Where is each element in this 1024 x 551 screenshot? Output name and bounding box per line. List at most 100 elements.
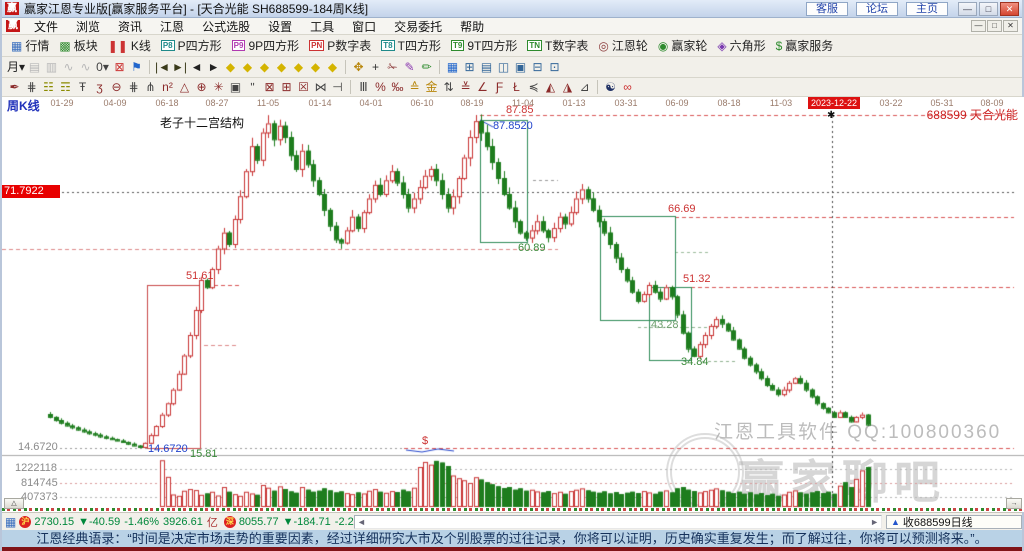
t-number-table-button[interactable]: TN T数字表 — [522, 36, 593, 55]
pc-send-icon[interactable]: ⊟ — [529, 59, 546, 75]
candle-width-selector[interactable]: 0▾ — [94, 59, 111, 75]
pc-receive-icon[interactable]: ⊡ — [546, 59, 563, 75]
zoom-diamond-2-icon[interactable]: ◆ — [239, 59, 256, 75]
shenzhen-index-icon[interactable]: 深 — [223, 515, 236, 528]
cut-line-icon[interactable]: ✁ — [384, 59, 401, 75]
p-number-table-button[interactable]: PN P数字表 — [304, 36, 376, 55]
period-selector[interactable]: 月▾ — [6, 59, 26, 75]
comb-tool-icon[interactable]: ⋕ — [23, 79, 40, 95]
quote-tool-icon[interactable]: ʺ — [244, 79, 261, 95]
menu-item-设置[interactable]: 设置 — [259, 20, 301, 34]
measure-tool-icon[interactable]: ⊣ — [329, 79, 346, 95]
updown-tool-icon[interactable]: ⇅ — [440, 79, 457, 95]
daily-chart-button[interactable]: ▲ 收688599日线 — [886, 515, 1022, 529]
wave-small-icon[interactable]: ∿ — [60, 59, 77, 75]
angle-tool-icon[interactable]: ∠ — [474, 79, 491, 95]
infinity-icon[interactable]: ∞ — [619, 79, 636, 95]
golden-mean-tool-icon[interactable]: ≙ — [406, 79, 423, 95]
n2-tool-icon[interactable]: n² — [159, 79, 176, 95]
gann-fan-tool-icon[interactable]: ⊕ — [193, 79, 210, 95]
menu-item-江恩[interactable]: 江恩 — [151, 20, 193, 34]
draw-pen-green-icon[interactable]: ✏ — [418, 59, 435, 75]
scroll-left-arrow-icon[interactable]: ◄ — [357, 517, 366, 527]
menu-item-窗口[interactable]: 窗口 — [343, 20, 385, 34]
customer-service-button[interactable]: 客服 — [806, 1, 848, 16]
menu-item-交易委托[interactable]: 交易委托 — [385, 20, 451, 34]
t9-square-button[interactable]: T9 9T四方形 — [446, 36, 522, 55]
level-tool-icon[interactable]: ≚ — [457, 79, 474, 95]
trend-tool-icon[interactable]: ≼ — [525, 79, 542, 95]
zoom-diamond-5-icon[interactable]: ◆ — [290, 59, 307, 75]
box-tool-icon[interactable]: ▣ — [227, 79, 244, 95]
t-square-button[interactable]: T8 T四方形 — [376, 36, 446, 55]
mdi-restore-button[interactable]: □ — [987, 20, 1002, 32]
sectors-button[interactable]: ▩ 板块 — [54, 36, 102, 55]
notebook-icon[interactable]: ▤ — [478, 59, 495, 75]
kline-settings-icon[interactable]: ⊠ — [111, 59, 128, 75]
zoom-diamond-4-icon[interactable]: ◆ — [273, 59, 290, 75]
scroll-right-button[interactable]: → — [1006, 498, 1022, 509]
homepage-button[interactable]: 主页 — [906, 1, 948, 16]
kline-chart[interactable] — [2, 97, 1024, 512]
next-page-icon[interactable]: ► — [205, 59, 222, 75]
yinyang-icon[interactable]: ☯ — [602, 79, 619, 95]
mdi-close-button[interactable]: ✕ — [1003, 20, 1018, 32]
p9-square-button[interactable]: P9 9P四方形 — [227, 36, 304, 55]
f-wave-tool-icon[interactable]: Ƒ — [491, 79, 508, 95]
scroll-right-arrow-icon[interactable]: ► — [870, 517, 879, 527]
quotes-button[interactable]: ▦ 行情 — [6, 36, 54, 55]
menu-item-帮助[interactable]: 帮助 — [451, 20, 493, 34]
tri-up-tool-icon[interactable]: ◭ — [542, 79, 559, 95]
compare-tool-icon[interactable]: Ⅲ — [355, 79, 372, 95]
minimize-button[interactable]: — — [958, 1, 977, 16]
mdi-minimize-button[interactable]: — — [971, 20, 986, 32]
gold-tool-icon[interactable]: 金 — [423, 79, 440, 95]
l-wave-tool-icon[interactable]: Ł — [508, 79, 525, 95]
first-page-icon[interactable]: |◄ — [154, 59, 171, 75]
menu-item-浏览[interactable]: 浏览 — [67, 20, 109, 34]
hexagon-button[interactable]: ◈ 六角形 — [712, 36, 770, 55]
calculator-icon[interactable]: ⊞ — [461, 59, 478, 75]
menu-item-资讯[interactable]: 资讯 — [109, 20, 151, 34]
kline-button[interactable]: ❚❚ K线 — [103, 36, 156, 55]
gann-grid-tool-icon[interactable]: ☷ — [40, 79, 57, 95]
menu-item-公式选股[interactable]: 公式选股 — [193, 20, 259, 34]
winner-wheel-button[interactable]: ◉ 赢家轮 — [653, 36, 713, 55]
status-scrollbar[interactable]: ◄ ► — [354, 515, 882, 529]
info-panel-icon[interactable]: ▥ — [43, 59, 60, 75]
forum-button[interactable]: 论坛 — [856, 1, 898, 16]
fork-tool-icon[interactable]: ⋔ — [142, 79, 159, 95]
market-table-icon[interactable]: ▦ — [5, 515, 16, 529]
tri-down-tool-icon[interactable]: ◮ — [559, 79, 576, 95]
wave-small2-icon[interactable]: ∿ — [77, 59, 94, 75]
zoom-diamond-3-icon[interactable]: ◆ — [256, 59, 273, 75]
zoom-diamond-1-icon[interactable]: ◆ — [222, 59, 239, 75]
close-button[interactable]: ✕ — [1000, 1, 1019, 16]
overlay-icon[interactable]: ▤ — [26, 59, 43, 75]
zoom-diamond-6-icon[interactable]: ◆ — [307, 59, 324, 75]
bowtie-tool-icon[interactable]: ⋈ — [312, 79, 329, 95]
shanghai-index-icon[interactable]: 沪 — [19, 515, 32, 528]
percent-tool-icon[interactable]: % — [372, 79, 389, 95]
menu-item-工具[interactable]: 工具 — [301, 20, 343, 34]
hatch-tool-icon[interactable]: ⋕ — [125, 79, 142, 95]
zoom-diamond-7-icon[interactable]: ◆ — [324, 59, 341, 75]
cycle-tool-icon[interactable]: ⊖ — [108, 79, 125, 95]
permille-tool-icon[interactable]: ‰ — [389, 79, 406, 95]
prev-page-icon[interactable]: ◄ — [188, 59, 205, 75]
winner-service-button[interactable]: $ 赢家服务 — [771, 36, 839, 55]
overview-tick-strip[interactable] — [2, 508, 1024, 511]
calendar-icon[interactable]: ▦ — [444, 59, 461, 75]
crosshair-icon[interactable]: + — [367, 59, 384, 75]
save-icon[interactable]: ◫ — [495, 59, 512, 75]
time-flag-tool-icon[interactable]: Ŧ — [74, 79, 91, 95]
cross-box-tool-icon[interactable]: ☒ — [295, 79, 312, 95]
gann-grid2-tool-icon[interactable]: ☶ — [57, 79, 74, 95]
gann-wheel-button[interactable]: ◎ 江恩轮 — [593, 36, 653, 55]
maximize-button[interactable]: □ — [979, 1, 998, 16]
triangle-tool-icon[interactable]: △ — [176, 79, 193, 95]
p-square-button[interactable]: P8 P四方形 — [156, 36, 227, 55]
draw-pen-purple-icon[interactable]: ✎ — [401, 59, 418, 75]
grid-tool-icon[interactable]: ⊞ — [278, 79, 295, 95]
star-tool-icon[interactable]: ✳ — [210, 79, 227, 95]
